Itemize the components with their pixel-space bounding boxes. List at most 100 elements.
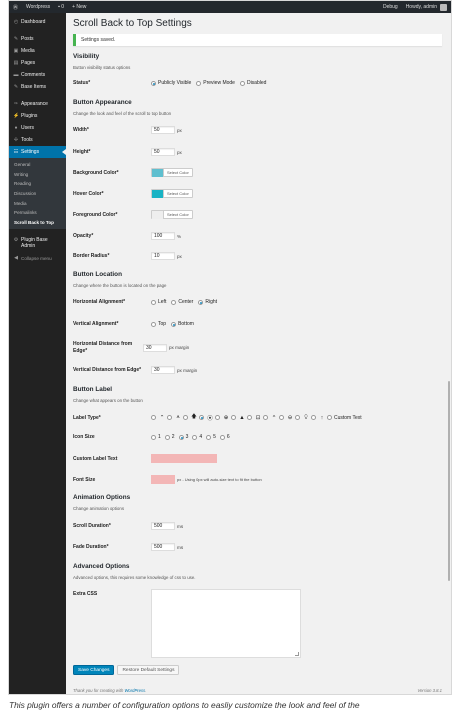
wordpress-link[interactable]: WordPress (124, 688, 145, 693)
submenu-item-permalinks[interactable]: Permalinks (9, 208, 66, 218)
fade-duration-input[interactable]: 500 (151, 543, 175, 551)
radio-left[interactable] (151, 299, 156, 305)
icon-size-option-6[interactable]: 6 (219, 434, 230, 440)
v-option-bottom[interactable]: Bottom (171, 321, 194, 327)
radio-preview[interactable] (196, 80, 202, 86)
radio-icon-size-5[interactable] (206, 434, 212, 440)
submenu-item-discussion[interactable]: Discussion (9, 189, 66, 199)
sidebar-item-posts[interactable]: ✎ Posts (9, 33, 66, 45)
opacity-input[interactable]: 100 (151, 232, 175, 240)
radio-label-type-4[interactable] (199, 415, 204, 420)
sidebar-item-pages[interactable]: ▤ Pages (9, 57, 66, 69)
comments-link[interactable]: ▪ 0 (58, 4, 64, 10)
collapse-menu-button[interactable]: ◀ Collapse menu (9, 252, 66, 264)
label-type-option-9[interactable]: ⊖ (279, 415, 293, 421)
sidebar-item-plugin-base-admin[interactable]: ⚙ Plugin Base Admin (9, 234, 66, 252)
foreground-color-picker[interactable]: Select Color (151, 210, 193, 219)
hover-color-label: Hover Color* (73, 190, 104, 197)
label-type-option-10[interactable]: ⍜ (295, 414, 309, 421)
radio-icon-size-2[interactable] (164, 434, 170, 440)
radio-label-type-11[interactable] (311, 415, 316, 420)
sidebar-item-comments[interactable]: ▬ Comments (9, 69, 66, 81)
h-option-center[interactable]: Center (171, 299, 193, 305)
horizontal-distance-input[interactable]: 30 (143, 343, 167, 352)
border-radius-input[interactable]: 10 (151, 252, 175, 260)
submenu-item-reading[interactable]: Reading (9, 179, 66, 189)
sidebar-item-settings[interactable]: ☷ Settings (9, 146, 66, 158)
label-type-option-5[interactable]: ⊕ (215, 415, 229, 421)
radio-right[interactable] (198, 299, 204, 305)
restore-defaults-button[interactable]: Restore Default Settings (117, 665, 180, 675)
h-option-left[interactable]: Left (151, 299, 166, 305)
label-type-option-7[interactable]: ⊡ (247, 415, 261, 421)
h-option-right[interactable]: Right (198, 299, 217, 305)
height-input[interactable]: 50 (151, 148, 175, 156)
howdy-link[interactable]: Howdy, admin (406, 4, 437, 10)
sidebar-item-dashboard[interactable]: ◴ Dashboard (9, 16, 66, 28)
save-changes-button[interactable]: Save Changes (73, 665, 115, 675)
icon-size-option-4[interactable]: 4 (192, 434, 202, 440)
debug-link[interactable]: Debug (383, 4, 398, 10)
label-type-option-11[interactable]: ↑ (311, 415, 325, 421)
label-type-option-4[interactable]: ⦿ (199, 414, 213, 422)
scroll-duration-input[interactable]: 500 (151, 522, 175, 530)
sidebar-item-media[interactable]: ▣ Media (9, 45, 66, 57)
label-type-option-6[interactable]: ▲ (231, 415, 245, 421)
radio-top[interactable] (151, 321, 156, 327)
radio-bottom[interactable] (171, 321, 177, 327)
radio-icon-size-6[interactable] (219, 434, 225, 440)
sidebar-item-plugins[interactable]: ⚡ Plugins (9, 110, 66, 122)
submenu-item-scroll-back-to-top[interactable]: Scroll Back to Top (9, 218, 66, 228)
radio-label-type-5[interactable] (215, 415, 220, 420)
label-type-option-1[interactable]: ⌃ (151, 415, 165, 421)
font-size-input[interactable] (151, 475, 175, 484)
custom-label-input[interactable] (151, 454, 217, 463)
background-color-picker[interactable]: Select Color (151, 168, 193, 177)
site-name-link[interactable]: Wordpress (26, 4, 50, 10)
v-option-top[interactable]: Top (151, 321, 166, 327)
radio-label-type-7[interactable] (247, 415, 252, 420)
status-option-disabled[interactable]: Disabled (239, 80, 266, 86)
new-content-link[interactable]: + New (72, 4, 86, 10)
label-type-row: Label Type* ⌃ ⩚ 🡅 ⦿ ⊕ ▲ ⊡ ^ ⊖ ⍜ ↑ Custom Text (73, 413, 367, 422)
radio-label-type-1[interactable] (151, 415, 156, 420)
radio-label-type-9[interactable] (279, 415, 284, 420)
radio-custom-text[interactable] (327, 415, 332, 420)
sidebar-item-base-items[interactable]: ✎ Base Items (9, 81, 66, 93)
radio-icon-size-1[interactable] (151, 434, 156, 440)
radio-disabled[interactable] (239, 80, 245, 86)
icon-size-option-1[interactable]: 1 (151, 434, 161, 440)
radio-label-type-6[interactable] (231, 415, 236, 420)
sidebar-item-appearance[interactable]: ✑ Appearance (9, 98, 66, 110)
radio-icon-size-3[interactable] (178, 434, 184, 440)
radio-label-type-8[interactable] (263, 415, 268, 420)
radio-label-type-3[interactable] (183, 415, 188, 420)
radio-center[interactable] (171, 299, 177, 305)
submenu-item-general[interactable]: General (9, 160, 66, 170)
status-option-preview[interactable]: Preview Mode (196, 80, 235, 86)
icon-size-option-3[interactable]: 3 (178, 434, 188, 440)
vertical-distance-row: Vertical Distance from Edge* 30 px margi… (73, 366, 197, 374)
radio-label-type-10[interactable] (295, 415, 300, 420)
icon-size-option-5[interactable]: 5 (206, 434, 216, 440)
wordpress-logo-icon[interactable]: Ⓦ (13, 4, 18, 11)
extra-css-textarea[interactable] (151, 589, 301, 658)
hover-color-picker[interactable]: Select Color (151, 189, 193, 198)
label-type-option-3[interactable]: 🡅 (183, 413, 197, 422)
submenu-item-media[interactable]: Media (9, 198, 66, 208)
submenu-item-writing[interactable]: Writing (9, 170, 66, 180)
sidebar-item-tools[interactable]: ✢ Tools (9, 134, 66, 146)
radio-icon-size-4[interactable] (192, 434, 198, 440)
icon-size-option-2[interactable]: 2 (164, 434, 175, 440)
status-option-public[interactable]: Publicly Visible (151, 80, 191, 86)
width-input[interactable]: 50 (151, 126, 175, 134)
label-type-option-8[interactable]: ^ (263, 415, 277, 421)
avatar[interactable] (440, 3, 447, 11)
radio-label-type-2[interactable] (167, 415, 172, 420)
label-type-custom-text[interactable]: Custom Text (327, 415, 362, 421)
label-type-option-2[interactable]: ⩚ (167, 414, 181, 421)
vertical-distance-input[interactable]: 30 (151, 366, 175, 374)
radio-public[interactable] (151, 80, 156, 86)
scrollbar[interactable] (448, 381, 450, 581)
sidebar-item-users[interactable]: ● Users (9, 122, 66, 134)
